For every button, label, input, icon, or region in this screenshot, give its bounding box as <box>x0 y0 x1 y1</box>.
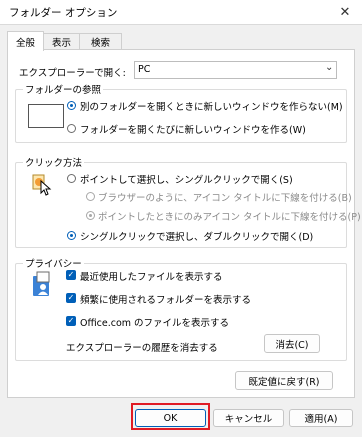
single-click-label[interactable]: ポイントして選択し、シングルクリックで開く(S) <box>80 172 293 186</box>
double-click-label[interactable]: シングルクリックで選択し、ダブルクリックで開く(D) <box>80 229 313 243</box>
clear-history-label: エクスプローラーの履歴を消去する <box>66 343 218 354</box>
clear-history-button[interactable]: 消去(C) <box>264 334 320 353</box>
browse-folders-title: フォルダーの参照 <box>23 82 104 96</box>
underline-point-label[interactable]: ポイントしたときにのみアイコン タイトルに下線を付ける(P) <box>98 209 361 223</box>
show-office-files-checkbox[interactable]: ✓ <box>66 316 76 326</box>
single-click-radio[interactable] <box>67 174 76 183</box>
privacy-icon <box>30 270 56 300</box>
chevron-down-icon[interactable]: ⌄ <box>325 62 333 73</box>
cancel-button[interactable]: キャンセル <box>213 409 284 427</box>
show-recent-files-checkbox[interactable]: ✓ <box>66 270 76 280</box>
ok-button[interactable]: OK <box>135 409 206 427</box>
tab-general[interactable]: 全般 <box>7 31 44 51</box>
window-title: フォルダー オプション <box>9 7 118 19</box>
show-office-files-label[interactable]: Office.com のファイルを表示する <box>80 315 229 329</box>
open-explorer-dropdown[interactable] <box>134 61 337 79</box>
privacy-title: プライバシー <box>23 256 84 270</box>
open-explorer-label: エクスプローラーで開く: <box>19 68 126 79</box>
browse-same-window-label[interactable]: 別のフォルダーを開くときに新しいウィンドウを作らない(M) <box>80 99 343 113</box>
show-recent-files-label[interactable]: 最近使用したファイルを表示する <box>80 269 223 283</box>
browse-new-window-label[interactable]: フォルダーを開くたびに新しいウィンドウを作る(W) <box>80 122 306 136</box>
show-frequent-folders-checkbox[interactable]: ✓ <box>66 293 76 303</box>
apply-button[interactable]: 適用(A) <box>289 409 353 427</box>
underline-point-radio[interactable] <box>86 211 95 220</box>
underline-browser-radio[interactable] <box>86 192 95 201</box>
window-icon <box>28 104 64 128</box>
browse-same-window-radio[interactable] <box>67 101 76 110</box>
cursor-pointer-icon <box>32 172 52 196</box>
tab-search[interactable]: 検索 <box>79 33 122 50</box>
tab-view[interactable]: 表示 <box>42 33 81 50</box>
show-frequent-folders-label[interactable]: 頻繁に使用されるフォルダーを表示する <box>80 292 251 306</box>
browse-new-window-radio[interactable] <box>67 124 76 133</box>
double-click-radio[interactable] <box>67 231 76 240</box>
open-explorer-value: PC <box>138 64 151 75</box>
click-method-title: クリック方法 <box>23 155 85 169</box>
underline-browser-label[interactable]: ブラウザーのように、アイコン タイトルに下線を付ける(B) <box>98 190 352 204</box>
close-icon[interactable]: ✕ <box>328 0 362 24</box>
restore-defaults-button[interactable]: 既定値に戻す(R) <box>235 371 333 390</box>
